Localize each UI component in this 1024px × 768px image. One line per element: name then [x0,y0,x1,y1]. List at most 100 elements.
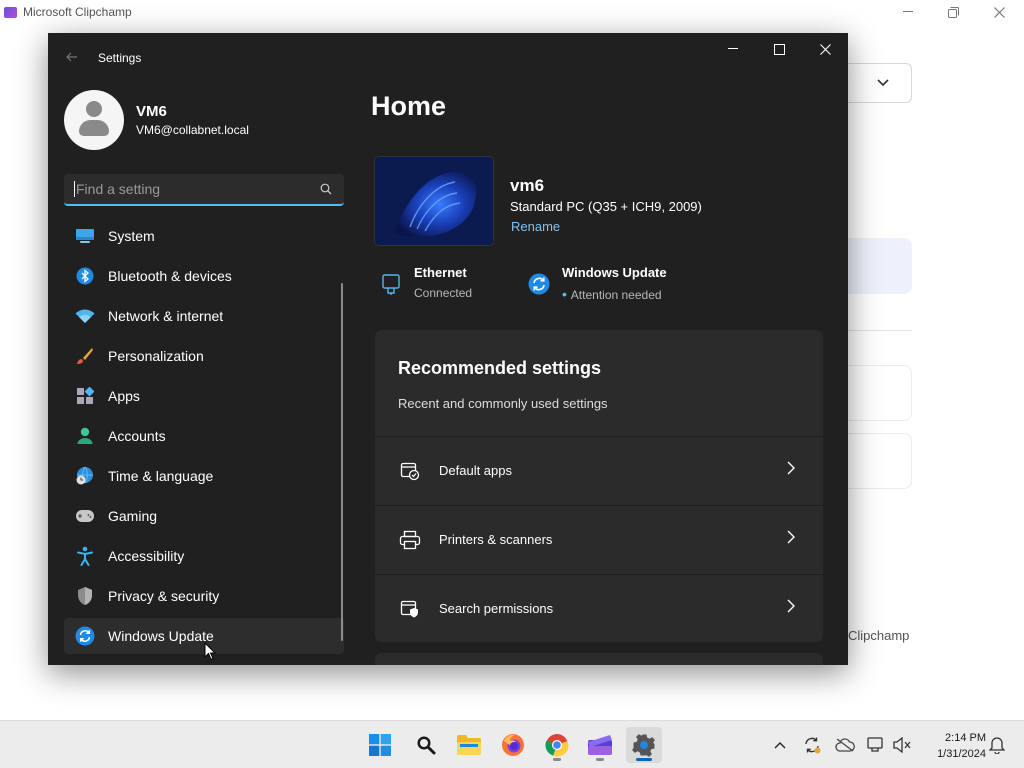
clock-time: 2:14 PM [945,732,986,744]
brush-icon [74,345,96,367]
maximize-button[interactable] [756,33,802,65]
sidebar-nav: System Bluetooth & devices Network & int… [64,218,344,658]
search-box[interactable] [64,174,344,206]
recommended-item-search-permissions[interactable]: Search permissions [375,574,823,642]
sidebar-item-time-language[interactable]: Time & language [64,458,344,494]
page-title: Home [371,91,447,121]
update-tray-icon [805,737,821,754]
tray-onedrive[interactable] [833,733,857,757]
ethernet-status[interactable]: Ethernet Connected [378,265,472,300]
accessibility-icon [74,545,96,567]
sidebar-item-gaming[interactable]: Gaming [64,498,344,534]
rename-link[interactable]: Rename [511,219,560,234]
sidebar-item-label: System [108,228,155,244]
close-icon [819,43,831,55]
settings-icon [632,734,655,757]
network-icon [867,737,883,752]
sidebar-item-system[interactable]: System [64,218,344,254]
sidebar-item-label: Accessibility [108,548,185,564]
chevron-right-icon [787,530,795,544]
sidebar-item-network[interactable]: Network & internet [64,298,344,334]
sidebar-item-label: Bluetooth & devices [108,268,232,284]
clipchamp-close-button[interactable] [976,0,1022,24]
clipchamp-card [848,365,912,421]
clipchamp-dropdown[interactable] [848,63,912,103]
sidebar-item-label: Gaming [108,508,158,524]
clipchamp-restore-button[interactable] [930,0,976,24]
sidebar-item-label: Personalization [108,348,204,364]
firefox-icon [502,734,524,756]
taskbar-firefox[interactable] [495,727,531,763]
sidebar-item-label: Network & internet [108,308,224,324]
chrome-icon [545,734,569,757]
wifi-icon [74,305,96,327]
tray-update[interactable] [800,733,824,757]
minimize-button[interactable] [710,33,756,65]
taskbar-clipchamp[interactable] [582,727,618,763]
chevron-right-icon [787,461,795,475]
clipchamp-app-icon [4,6,17,18]
taskbar-settings[interactable] [626,727,662,763]
recommended-item-printers[interactable]: Printers & scanners [375,505,823,573]
volume-muted-icon [893,737,911,753]
file-explorer-icon [457,735,481,755]
clipchamp-card-highlight [848,238,912,294]
ethernet-title: Ethernet [414,265,467,280]
bluetooth-icon [74,265,96,287]
sidebar-scrollbar[interactable] [341,283,343,641]
shield-icon [74,585,96,607]
show-hidden-icons-button[interactable] [768,733,792,757]
sidebar-item-label: Privacy & security [108,588,220,604]
avatar [64,90,124,150]
notifications-button[interactable] [985,733,1009,757]
maximize-icon [773,43,785,55]
sidebar-item-privacy[interactable]: Privacy & security [64,578,344,614]
clipchamp-divider [848,330,912,331]
taskbar-chrome[interactable] [539,727,575,763]
windows-update-title: Windows Update [562,265,667,280]
sidebar-item-apps[interactable]: Apps [64,378,344,414]
tray-network[interactable] [864,733,888,757]
start-button[interactable] [362,727,398,763]
search-icon [417,736,436,755]
taskbar-clock[interactable]: 2:14 PM 1/31/2024 [920,730,986,762]
device-thumbnail [374,156,494,246]
user-profile[interactable]: VM6 VM6@collabnet.local [64,89,249,151]
sidebar-item-accessibility[interactable]: Accessibility [64,538,344,574]
settings-window: Settings VM6 VM6@collabnet.local Sys [48,33,848,665]
taskbar-file-explorer[interactable] [451,727,487,763]
update-icon [74,625,96,647]
clock-date: 1/31/2024 [937,748,986,760]
recommended-item-default-apps[interactable]: Default apps [375,436,823,504]
close-button[interactable] [802,33,848,65]
ethernet-subtitle: Connected [414,286,473,300]
printer-icon [399,529,421,551]
back-button[interactable] [62,47,82,67]
search-input[interactable] [74,181,310,197]
recommended-settings-card: Recommended settings Recent and commonly… [375,330,823,642]
sidebar-item-accounts[interactable]: Accounts [64,418,344,454]
recommended-title: Recommended settings [398,358,602,378]
windows-update-status[interactable]: Windows Update • Attention needed [526,265,667,302]
cloud-icon [835,738,855,752]
ethernet-icon [378,271,404,297]
taskbar-search-button[interactable] [408,727,444,763]
minimize-icon [728,48,738,49]
windows-update-subtitle: • Attention needed [562,286,662,302]
sidebar-item-label: Accounts [108,428,166,444]
sidebar-item-personalization[interactable]: Personalization [64,338,344,374]
globe-clock-icon [74,465,96,487]
clipchamp-minimize-button[interactable] [885,0,931,24]
next-card-partial [375,653,823,665]
arrow-left-icon [66,52,77,62]
clipchamp-label: Clipchamp [848,628,910,643]
sidebar-item-bluetooth[interactable]: Bluetooth & devices [64,258,344,294]
tray-volume[interactable] [890,733,914,757]
settings-window-title: Settings [98,51,142,65]
clipchamp-titlebar: Microsoft Clipchamp [0,0,1024,24]
recommended-item-label: Default apps [439,463,512,478]
chevron-up-icon [774,742,786,749]
search-icon[interactable] [320,183,332,195]
taskbar: 2:14 PM 1/31/2024 [0,720,1024,768]
recommended-item-label: Printers & scanners [439,532,553,547]
